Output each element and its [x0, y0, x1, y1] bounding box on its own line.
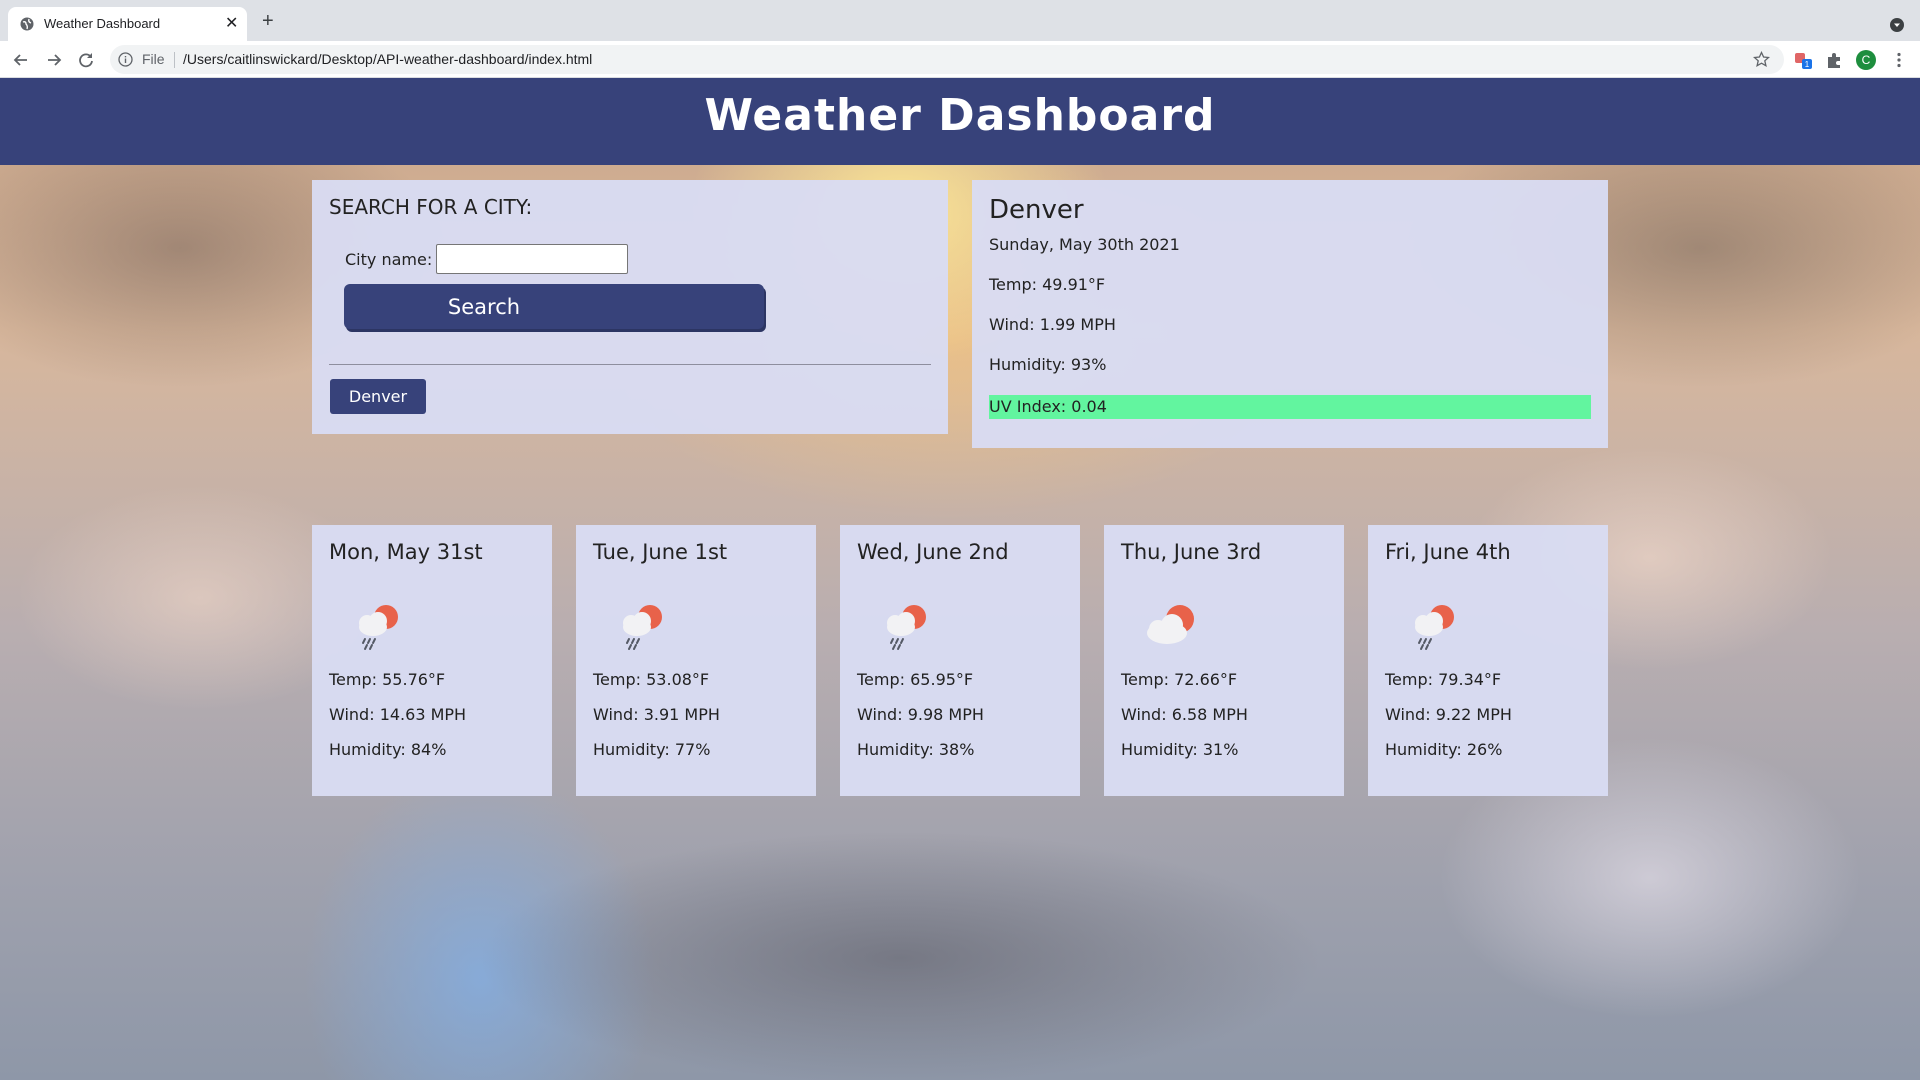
url-scheme-label: File [142, 51, 165, 67]
rain-sun-icon [1415, 605, 1454, 650]
history-button-denver[interactable]: Denver [330, 379, 426, 414]
uv-index-text: UV Index: 0.04 [989, 397, 1107, 416]
avatar[interactable]: C [1856, 50, 1876, 70]
info-icon[interactable] [118, 52, 133, 67]
forecast-temp: Temp: 55.76°F [329, 670, 446, 689]
forward-icon[interactable] [45, 51, 63, 69]
browser-tab[interactable]: Weather Dashboard ✕ [8, 7, 247, 41]
omnibox-divider [174, 52, 175, 68]
rain-sun-icon [359, 605, 398, 650]
forecast-humidity: Humidity: 26% [1385, 740, 1503, 759]
chevron-down-icon[interactable] [1890, 18, 1904, 32]
forecast-card: Tue, June 1st Temp: 53.08°F Wind: 3.91 M… [576, 525, 816, 796]
forecast-temp: Temp: 79.34°F [1385, 670, 1502, 689]
url-text[interactable]: /Users/caitlinswickard/Desktop/API-weath… [183, 51, 592, 67]
forecast-temp: Temp: 72.66°F [1121, 670, 1238, 689]
forecast-card: Mon, May 31st Temp: 55.76°F Wind: 14.63 … [312, 525, 552, 796]
svg-text:1: 1 [1805, 60, 1810, 69]
forecast-card: Thu, June 3rd Temp: 72.66°F Wind: 6.58 M… [1104, 525, 1344, 796]
forecast-humidity: Humidity: 31% [1121, 740, 1239, 759]
puzzle-icon[interactable] [1824, 50, 1844, 70]
tab-title: Weather Dashboard [44, 16, 161, 31]
star-icon[interactable] [1753, 51, 1770, 68]
forecast-wind: Wind: 9.22 MPH [1385, 705, 1512, 724]
forecast-humidity: Humidity: 77% [593, 740, 711, 759]
forecast-date: Wed, June 2nd [857, 540, 1009, 564]
forecast-wind: Wind: 6.58 MPH [1121, 705, 1248, 724]
current-date: Sunday, May 30th 2021 [989, 235, 1180, 254]
uv-index-bar: UV Index: 0.04 [989, 395, 1591, 419]
city-name-input[interactable] [436, 244, 628, 274]
forecast-wind: Wind: 3.91 MPH [593, 705, 720, 724]
globe-icon [20, 17, 34, 31]
current-city: Denver [989, 195, 1084, 225]
reload-icon[interactable] [77, 51, 95, 69]
forecast-wind: Wind: 9.98 MPH [857, 705, 984, 724]
current-temp: Temp: 49.91°F [989, 275, 1106, 294]
forecast-date: Mon, May 31st [329, 540, 483, 564]
forecast-card: Wed, June 2nd Temp: 65.95°F Wind: 9.98 M… [840, 525, 1080, 796]
browser-toolbar: File /Users/caitlinswickard/Desktop/API-… [0, 41, 1920, 78]
forecast-temp: Temp: 65.95°F [857, 670, 974, 689]
new-tab-icon[interactable]: + [262, 11, 274, 31]
search-button[interactable]: Search [344, 284, 764, 329]
rain-sun-icon [887, 605, 926, 650]
current-wind: Wind: 1.99 MPH [989, 315, 1116, 334]
rain-sun-icon [623, 605, 662, 650]
page-viewport: Weather Dashboard SEARCH FOR A CITY: Cit… [0, 78, 1920, 1080]
divider [329, 364, 931, 365]
page-header: Weather Dashboard [0, 78, 1920, 165]
forecast-date: Thu, June 3rd [1121, 540, 1262, 564]
cloud-sun-icon [1147, 605, 1194, 644]
forecast-wind: Wind: 14.63 MPH [329, 705, 467, 724]
current-weather-panel: Denver Sunday, May 30th 2021 Temp: 49.91… [972, 180, 1608, 448]
forecast-date: Fri, June 4th [1385, 540, 1511, 564]
forecast-humidity: Humidity: 38% [857, 740, 975, 759]
current-humidity: Humidity: 93% [989, 355, 1107, 374]
forecast-humidity: Humidity: 84% [329, 740, 447, 759]
forecast-date: Tue, June 1st [593, 540, 728, 564]
city-name-label: City name: [345, 250, 433, 269]
search-panel: SEARCH FOR A CITY: City name: Search Den… [312, 180, 948, 434]
page-title: Weather Dashboard [704, 90, 1216, 141]
search-heading: SEARCH FOR A CITY: [329, 195, 533, 219]
close-icon[interactable]: ✕ [225, 16, 238, 32]
address-bar[interactable]: File /Users/caitlinswickard/Desktop/API-… [110, 45, 1784, 74]
back-icon[interactable] [12, 51, 30, 69]
forecast-card: Fri, June 4th Temp: 79.34°F Wind: 9.22 M… [1368, 525, 1608, 796]
extension-badge-icon[interactable]: 1 [1793, 50, 1813, 70]
browser-tabstrip: Weather Dashboard ✕ + [0, 0, 1920, 41]
more-vert-icon[interactable] [1890, 51, 1908, 69]
forecast-temp: Temp: 53.08°F [593, 670, 710, 689]
